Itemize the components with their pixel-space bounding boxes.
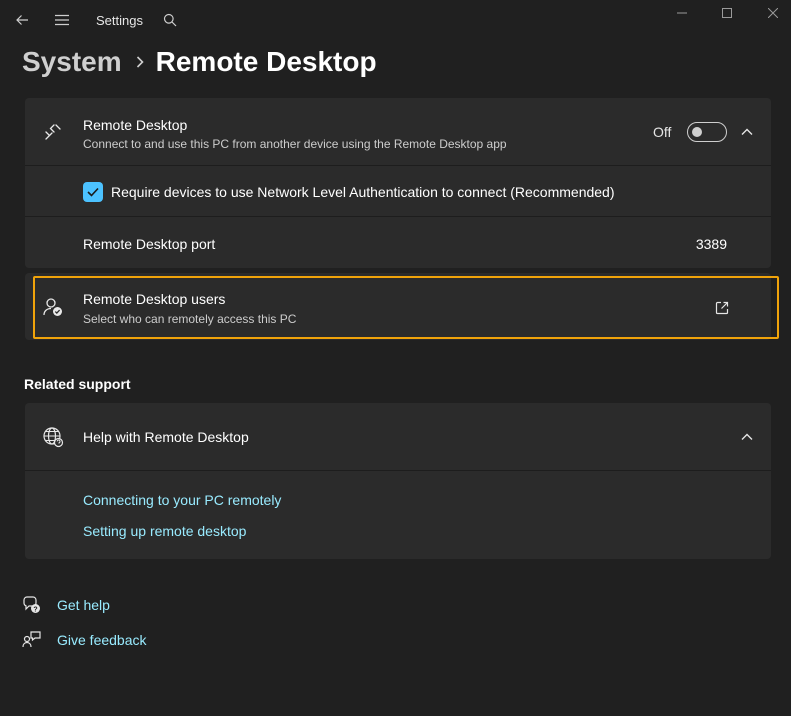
open-external-icon[interactable] (713, 299, 731, 317)
page-title: Remote Desktop (155, 46, 377, 77)
feedback-icon (22, 630, 42, 650)
remote-desktop-icon (41, 120, 65, 144)
svg-text:?: ? (33, 606, 37, 613)
minimize-icon[interactable] (659, 0, 705, 26)
app-title: Settings (96, 13, 143, 28)
chevron-up-icon[interactable] (739, 429, 755, 445)
remote-desktop-users-title: Remote Desktop users (83, 291, 226, 307)
get-help-item[interactable]: ? Get help (22, 594, 110, 616)
help-chat-icon: ? (22, 595, 42, 615)
help-header-row[interactable]: Help with Remote Desktop (25, 403, 771, 470)
related-support-heading: Related support (24, 376, 131, 392)
nla-checkbox[interactable] (83, 182, 103, 202)
user-check-icon (41, 295, 65, 319)
port-row: Remote Desktop port 3389 (25, 217, 771, 268)
get-help-link[interactable]: Get help (57, 597, 110, 613)
help-title: Help with Remote Desktop (83, 429, 249, 445)
globe-icon (41, 425, 65, 449)
nla-row: Require devices to use Network Level Aut… (25, 166, 771, 216)
chevron-right-icon (136, 56, 144, 68)
remote-desktop-header-row[interactable]: Remote Desktop Connect to and use this P… (25, 98, 771, 165)
help-link-setting-up[interactable]: Setting up remote desktop (83, 523, 246, 539)
close-icon[interactable] (750, 0, 791, 26)
port-label: Remote Desktop port (83, 236, 216, 252)
remote-desktop-card: Remote Desktop Connect to and use this P… (25, 98, 771, 268)
chevron-up-icon[interactable] (739, 124, 755, 140)
title-bar: Settings (0, 0, 791, 40)
toggle-knob (692, 127, 702, 137)
remote-desktop-subtitle: Connect to and use this PC from another … (83, 137, 507, 151)
remote-desktop-toggle[interactable] (687, 122, 727, 142)
toggle-state-label: Off (653, 124, 672, 140)
back-arrow-icon[interactable] (8, 6, 36, 34)
remote-desktop-users-subtitle: Select who can remotely access this PC (83, 312, 297, 326)
remote-desktop-users-card[interactable]: Remote Desktop users Select who can remo… (25, 273, 771, 340)
breadcrumb: System Remote Desktop (22, 42, 377, 82)
help-link-connecting[interactable]: Connecting to your PC remotely (83, 492, 281, 508)
divider (25, 470, 771, 471)
maximize-icon[interactable] (704, 0, 750, 26)
give-feedback-link[interactable]: Give feedback (57, 632, 147, 648)
port-value: 3389 (695, 236, 727, 252)
remote-desktop-title: Remote Desktop (83, 117, 188, 133)
search-icon[interactable] (156, 6, 184, 34)
nla-checkbox-label[interactable]: Require devices to use Network Level Aut… (111, 184, 615, 200)
breadcrumb-system-link[interactable]: System (22, 46, 122, 78)
give-feedback-item[interactable]: Give feedback (22, 629, 147, 651)
help-card: Help with Remote Desktop Connecting to y… (25, 403, 771, 559)
hamburger-icon[interactable] (48, 6, 76, 34)
